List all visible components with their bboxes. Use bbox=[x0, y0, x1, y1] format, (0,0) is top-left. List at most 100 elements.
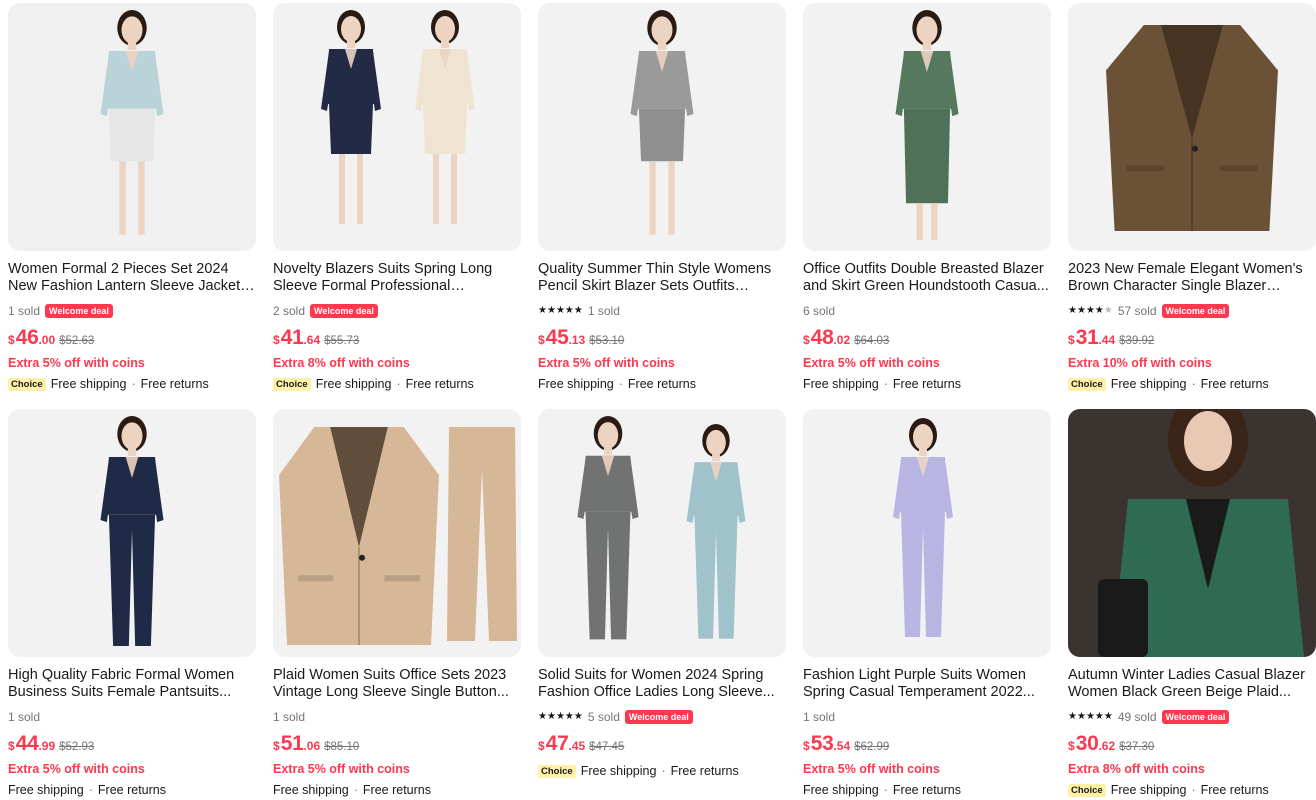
sold-count: 1 sold bbox=[273, 710, 306, 724]
product-image[interactable] bbox=[8, 3, 256, 251]
product-meta: 6 sold bbox=[803, 303, 1051, 319]
rating-stars: ★ ★ ★ ★ ★ bbox=[1068, 306, 1113, 316]
product-meta: 1 sold bbox=[273, 709, 521, 725]
welcome-deal-badge: Welcome deal bbox=[1161, 304, 1230, 318]
product-image[interactable] bbox=[803, 409, 1051, 657]
shipping-info: Choice Free shipping · Free returns bbox=[538, 763, 786, 779]
free-shipping-label: Free shipping bbox=[8, 783, 84, 797]
product-card[interactable]: Novelty Blazers Suits Spring Long Sleeve… bbox=[273, 3, 521, 403]
price: $51.06 $85.10 bbox=[273, 732, 521, 758]
star-icon: ★ bbox=[1094, 305, 1104, 316]
product-image[interactable] bbox=[803, 3, 1051, 251]
product-image[interactable] bbox=[538, 3, 786, 251]
price-integer: 47 bbox=[545, 732, 569, 755]
product-card[interactable]: 2023 New Female Elegant Women's Brown Ch… bbox=[1068, 3, 1316, 403]
product-card[interactable]: Solid Suits for Women 2024 Spring Fashio… bbox=[538, 409, 786, 800]
price: $48.02 $64.03 bbox=[803, 326, 1051, 352]
product-title[interactable]: Office Outfits Double Breasted Blazer an… bbox=[803, 261, 1051, 295]
original-price: $55.73 bbox=[324, 335, 360, 347]
shipping-info: Choice Free shipping · Free returns bbox=[1068, 376, 1316, 392]
choice-badge: Choice bbox=[538, 764, 576, 778]
choice-badge: Choice bbox=[1068, 783, 1106, 797]
price-decimal: .44 bbox=[1098, 333, 1116, 347]
sold-count: 1 sold bbox=[8, 710, 41, 724]
star-icon: ★ bbox=[573, 305, 583, 316]
separator-dot: · bbox=[396, 377, 401, 391]
star-icon: ★ bbox=[1085, 711, 1095, 722]
product-card[interactable]: Plaid Women Suits Office Sets 2023 Vinta… bbox=[273, 409, 521, 800]
price-decimal: .62 bbox=[1098, 739, 1116, 753]
product-card[interactable]: High Quality Fabric Formal Women Busines… bbox=[8, 409, 256, 800]
product-title[interactable]: Novelty Blazers Suits Spring Long Sleeve… bbox=[273, 261, 521, 295]
original-price: $39.92 bbox=[1119, 335, 1155, 347]
price: $46.00 $52.63 bbox=[8, 326, 256, 352]
product-title[interactable]: Women Formal 2 Pieces Set 2024 New Fashi… bbox=[8, 261, 256, 295]
product-card[interactable]: Fashion Light Purple Suits Women Spring … bbox=[803, 409, 1051, 800]
star-icon: ★ bbox=[573, 711, 583, 722]
product-card[interactable]: Autumn Winter Ladies Casual Blazer Women… bbox=[1068, 409, 1316, 800]
currency-symbol: $ bbox=[803, 739, 810, 753]
product-image[interactable] bbox=[273, 3, 521, 251]
product-title[interactable]: Autumn Winter Ladies Casual Blazer Women… bbox=[1068, 667, 1316, 701]
star-icon: ★ bbox=[1094, 711, 1104, 722]
star-icon: ★ bbox=[1103, 305, 1113, 316]
shipping-info: Choice Free shipping · Free returns bbox=[8, 376, 256, 392]
product-image[interactable] bbox=[1068, 3, 1316, 251]
product-title[interactable]: Fashion Light Purple Suits Women Spring … bbox=[803, 667, 1051, 701]
product-meta: 1 sold Welcome deal bbox=[8, 303, 256, 319]
original-price: $52.63 bbox=[59, 335, 95, 347]
original-price: $52.93 bbox=[59, 741, 95, 753]
product-title[interactable]: Solid Suits for Women 2024 Spring Fashio… bbox=[538, 667, 786, 701]
shipping-info: Free shipping · Free returns bbox=[538, 376, 786, 392]
star-icon: ★ bbox=[1068, 711, 1077, 722]
free-returns-label: Free returns bbox=[670, 764, 739, 778]
free-returns-label: Free returns bbox=[627, 377, 697, 391]
star-icon: ★ bbox=[1076, 305, 1086, 316]
product-photo bbox=[273, 409, 521, 657]
free-shipping-label: Free shipping bbox=[1110, 783, 1187, 797]
shipping-info: Choice Free shipping · Free returns bbox=[273, 376, 521, 392]
price: $44.99 $52.93 bbox=[8, 732, 256, 758]
product-image[interactable] bbox=[273, 409, 521, 657]
separator-dot: · bbox=[1191, 377, 1196, 391]
welcome-deal-badge: Welcome deal bbox=[310, 304, 378, 318]
product-title[interactable]: High Quality Fabric Formal Women Busines… bbox=[8, 667, 256, 701]
free-shipping-label: Free shipping bbox=[50, 377, 127, 391]
product-card[interactable]: Office Outfits Double Breasted Blazer an… bbox=[803, 3, 1051, 403]
product-card[interactable]: Women Formal 2 Pieces Set 2024 New Fashi… bbox=[8, 3, 256, 403]
product-image[interactable] bbox=[8, 409, 256, 657]
free-returns-label: Free returns bbox=[362, 783, 432, 797]
price-integer: 53 bbox=[810, 732, 834, 755]
product-meta: 1 sold bbox=[803, 709, 1051, 725]
separator-dot: · bbox=[88, 783, 93, 797]
original-price: $37.30 bbox=[1119, 741, 1155, 753]
free-returns-label: Free returns bbox=[892, 377, 962, 391]
original-price: $62.99 bbox=[854, 741, 890, 753]
product-meta: ★ ★ ★ ★ ★ 57 sold Welcome deal bbox=[1068, 303, 1316, 319]
star-icon: ★ bbox=[564, 711, 574, 722]
price-integer: 41 bbox=[280, 326, 304, 349]
free-returns-label: Free returns bbox=[892, 783, 962, 797]
free-returns-label: Free returns bbox=[1200, 377, 1269, 391]
product-title[interactable]: 2023 New Female Elegant Women's Brown Ch… bbox=[1068, 261, 1316, 295]
price: $31.44 $39.92 bbox=[1068, 326, 1316, 352]
sold-count: 6 sold bbox=[803, 304, 836, 318]
price: $30.62 $37.30 bbox=[1068, 732, 1316, 758]
product-title[interactable]: Plaid Women Suits Office Sets 2023 Vinta… bbox=[273, 667, 521, 701]
product-card[interactable]: Quality Summer Thin Style Womens Pencil … bbox=[538, 3, 786, 403]
product-title[interactable]: Quality Summer Thin Style Womens Pencil … bbox=[538, 261, 786, 295]
price-integer: 51 bbox=[280, 732, 304, 755]
choice-badge: Choice bbox=[1068, 377, 1106, 391]
shipping-info: Free shipping · Free returns bbox=[803, 376, 1051, 392]
price-decimal: .00 bbox=[38, 333, 56, 347]
separator-dot: · bbox=[618, 377, 623, 391]
original-price: $47.45 bbox=[589, 741, 625, 753]
shipping-info: Choice Free shipping · Free returns bbox=[1068, 782, 1316, 798]
sold-count: 1 sold bbox=[803, 710, 836, 724]
separator-dot: · bbox=[131, 377, 136, 391]
blazer-garment bbox=[279, 427, 439, 645]
product-image[interactable] bbox=[538, 409, 786, 657]
sold-count: 2 sold bbox=[273, 304, 306, 318]
product-image[interactable] bbox=[1068, 409, 1316, 657]
rating-stars: ★ ★ ★ ★ ★ bbox=[538, 712, 583, 722]
